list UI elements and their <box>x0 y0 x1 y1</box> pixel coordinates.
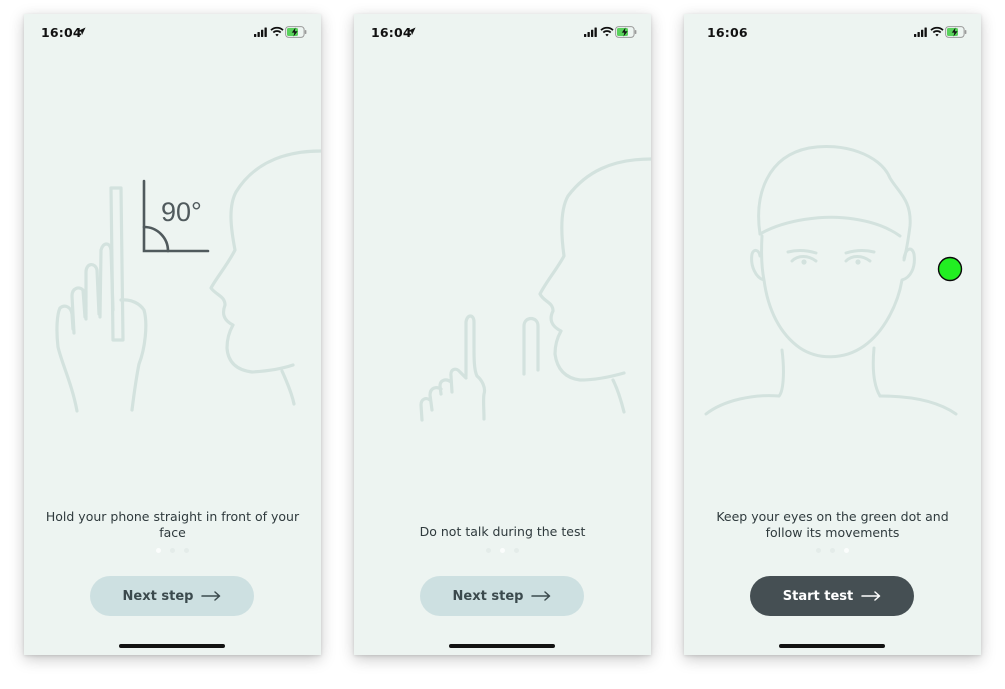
arrow-right-icon <box>531 591 551 601</box>
left-brow-outline <box>786 249 818 255</box>
face-profile-outline <box>209 149 321 374</box>
page-dot-1 <box>486 548 491 553</box>
finger-outline <box>522 316 540 376</box>
home-indicator <box>449 644 555 648</box>
page-dot-2 <box>830 548 835 553</box>
svg-text:90°: 90° <box>161 197 202 225</box>
hair-fringe <box>758 215 902 238</box>
face-outline <box>750 234 916 359</box>
next-step-button[interactable]: Next step <box>90 576 254 616</box>
page-dot-3 <box>184 548 189 553</box>
page-dot-2 <box>500 548 505 553</box>
right-brow-outline <box>844 249 876 255</box>
home-indicator <box>779 644 885 648</box>
screen-follow-dot: 16:06 Keep your eyes on the green dot an… <box>684 14 981 655</box>
home-indicator <box>119 644 225 648</box>
hair-outline <box>757 145 912 262</box>
page-dot-3 <box>844 548 849 553</box>
pagination-dots <box>24 548 321 554</box>
instruction-text: Hold your phone straight in front of you… <box>45 509 300 540</box>
arrow-right-icon <box>861 591 881 601</box>
green-target-dot <box>937 256 963 282</box>
silence-gesture-illustration <box>419 157 651 422</box>
arrow-right-icon <box>201 591 221 601</box>
instruction-text: Do not talk during the test <box>419 524 586 539</box>
page-dot-2 <box>170 548 175 553</box>
neck-outline <box>611 378 626 414</box>
start-test-label: Start test <box>782 588 854 604</box>
face-profile-outline <box>538 157 651 382</box>
page-dot-1 <box>156 548 161 553</box>
left-eye-pupil <box>801 259 807 265</box>
right-eye-pupil <box>855 259 861 265</box>
phone-position-illustration <box>55 149 321 413</box>
next-step-label: Next step <box>452 588 524 604</box>
neck-right <box>871 346 882 398</box>
neck-outline <box>280 369 296 406</box>
hand-outline <box>419 314 487 422</box>
instruction-text: Keep your eyes on the green dot and foll… <box>716 509 949 540</box>
pagination-dots <box>354 548 651 554</box>
face-front-illustration <box>704 145 963 416</box>
angle-label: 90° <box>161 197 202 225</box>
screen-phone-position: 16:04 90° Hold your phone straight in fr… <box>24 14 321 655</box>
screen-do-not-talk: 16:04 Do not talk during the test Next s… <box>354 14 651 655</box>
pagination-dots <box>684 548 981 554</box>
next-step-button[interactable]: Next step <box>420 576 584 616</box>
page-dot-1 <box>816 548 821 553</box>
next-step-label: Next step <box>122 588 194 604</box>
page-dot-3 <box>514 548 519 553</box>
shoulders-outline <box>704 394 958 416</box>
neck-left <box>777 348 785 398</box>
hand-outline <box>55 242 148 413</box>
start-test-button[interactable]: Start test <box>750 576 914 616</box>
